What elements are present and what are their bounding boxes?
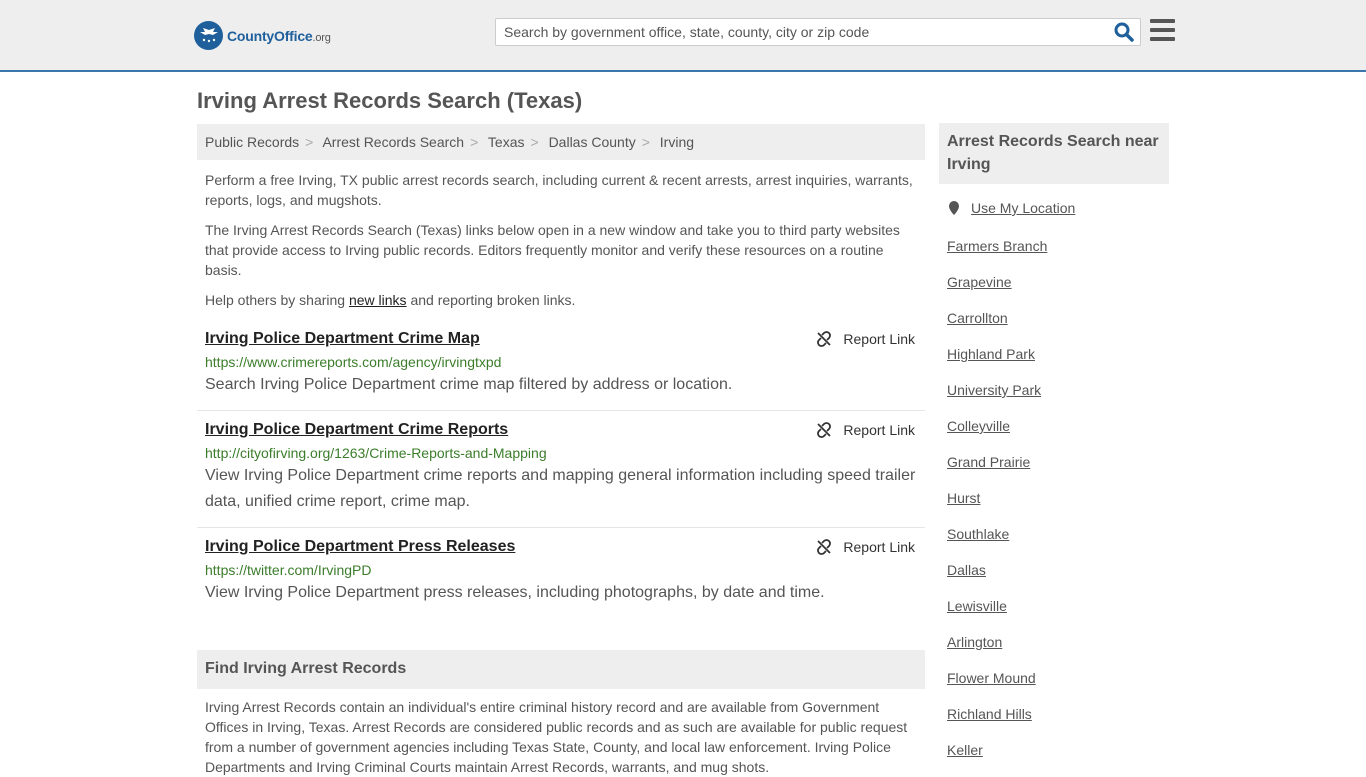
search-box — [495, 18, 1141, 46]
list-item: Keller — [947, 740, 1047, 776]
breadcrumb-public-records[interactable]: Public Records — [205, 134, 299, 150]
hamburger-menu-icon[interactable] — [1150, 19, 1175, 41]
result-item: Irving Police Department Crime Map https… — [197, 330, 925, 411]
disclaimer-paragraph: The Irving Arrest Records Search (Texas)… — [205, 222, 900, 278]
nearby-city-link[interactable]: Colleyville — [947, 418, 1010, 434]
breadcrumb-irving[interactable]: Irving — [660, 134, 694, 150]
result-title-link[interactable]: Irving Police Department Crime Reports — [205, 421, 508, 439]
breadcrumb-separator: > — [470, 134, 479, 150]
list-item: Flower Mound — [947, 668, 1047, 704]
list-item: Carrollton — [947, 308, 1047, 344]
breadcrumb-arrest-records-search[interactable]: Arrest Records Search — [322, 134, 464, 150]
nearby-city-link[interactable]: Keller — [947, 742, 983, 758]
nearby-city-link[interactable]: Flower Mound — [947, 670, 1036, 686]
nearby-city-link[interactable]: Richland Hills — [947, 706, 1032, 722]
result-item: Irving Police Department Crime Reports h… — [197, 421, 925, 528]
nearby-city-link[interactable]: Carrollton — [947, 310, 1008, 326]
nearby-city-link[interactable]: Grapevine — [947, 274, 1012, 290]
result-url: https://www.crimereports.com/agency/irvi… — [205, 354, 502, 370]
list-item: Hurst — [947, 488, 1047, 524]
report-link-label: Report Link — [843, 539, 915, 555]
nearby-city-link[interactable]: Southlake — [947, 526, 1009, 542]
result-item: Irving Police Department Press Releases … — [197, 538, 925, 619]
nearby-city-link[interactable]: Farmers Branch — [947, 238, 1047, 254]
list-item: Richland Hills — [947, 704, 1047, 740]
result-title-link[interactable]: Irving Police Department Crime Map — [205, 330, 480, 348]
page-title: Irving Arrest Records Search (Texas) — [197, 88, 583, 113]
sharing-paragraph: Help others by sharing new links and rep… — [205, 292, 576, 308]
breadcrumb-separator: > — [305, 134, 314, 150]
nearby-city-link[interactable]: Hurst — [947, 490, 980, 506]
result-description: View Irving Police Department crime repo… — [205, 467, 916, 510]
breadcrumb-separator: > — [641, 134, 650, 150]
broken-link-icon — [817, 331, 832, 347]
breadcrumb-separator: > — [530, 134, 539, 150]
nearby-city-link[interactable]: Dallas — [947, 562, 986, 578]
use-my-location-link[interactable]: Use My Location — [971, 200, 1075, 216]
list-item: Dallas — [947, 560, 1047, 596]
breadcrumb-dallas-county[interactable]: Dallas County — [549, 134, 636, 150]
list-item: Southlake — [947, 524, 1047, 560]
report-link-button[interactable]: Report Link — [816, 422, 915, 438]
logo-eagle-icon — [194, 21, 223, 50]
breadcrumb: Public Records > Arrest Records Search > T… — [197, 124, 925, 160]
list-item: Highland Park — [947, 344, 1047, 380]
intro-paragraph: Perform a free Irving, TX public arrest … — [205, 172, 913, 208]
sidebar-heading: Arrest Records Search near Irving — [939, 123, 1169, 184]
nearby-city-link[interactable]: Lewisville — [947, 598, 1007, 614]
list-item: Farmers Branch — [947, 236, 1047, 272]
result-title-link[interactable]: Irving Police Department Press Releases — [205, 538, 515, 556]
site-logo[interactable]: CountyOffice.org — [194, 21, 331, 50]
new-links-link[interactable]: new links — [349, 292, 407, 308]
broken-link-icon — [817, 539, 832, 555]
report-link-label: Report Link — [843, 331, 915, 347]
use-location: Use My Location — [947, 200, 1075, 216]
nearby-cities-list: Farmers Branch Grapevine Carrollton High… — [947, 236, 1047, 776]
list-item: Arlington — [947, 632, 1047, 668]
result-description: Search Irving Police Department crime ma… — [205, 376, 733, 393]
nearby-city-link[interactable]: Highland Park — [947, 346, 1035, 362]
find-section-text: Irving Arrest Records contain an individ… — [205, 699, 908, 775]
list-item: Grand Prairie — [947, 452, 1047, 488]
result-url: https://twitter.com/IrvingPD — [205, 562, 372, 578]
nearby-city-link[interactable]: University Park — [947, 382, 1041, 398]
result-description: View Irving Police Department press rele… — [205, 584, 825, 601]
search-input[interactable] — [496, 19, 1106, 45]
find-section-heading: Find Irving Arrest Records — [197, 650, 925, 689]
nearby-city-link[interactable]: Grand Prairie — [947, 454, 1030, 470]
map-pin-icon — [949, 201, 959, 215]
list-item: University Park — [947, 380, 1047, 416]
search-icon[interactable] — [1114, 22, 1134, 42]
broken-link-icon — [817, 422, 832, 438]
site-header: CountyOffice.org — [0, 0, 1366, 72]
list-item: Colleyville — [947, 416, 1047, 452]
list-item: Grapevine — [947, 272, 1047, 308]
report-link-label: Report Link — [843, 422, 915, 438]
report-link-button[interactable]: Report Link — [816, 539, 915, 555]
logo-text: CountyOffice.org — [227, 27, 331, 44]
report-link-button[interactable]: Report Link — [816, 331, 915, 347]
nearby-city-link[interactable]: Arlington — [947, 634, 1002, 650]
list-item: Lewisville — [947, 596, 1047, 632]
result-url: http://cityofirving.org/1263/Crime-Repor… — [205, 445, 547, 461]
breadcrumb-texas[interactable]: Texas — [488, 134, 525, 150]
